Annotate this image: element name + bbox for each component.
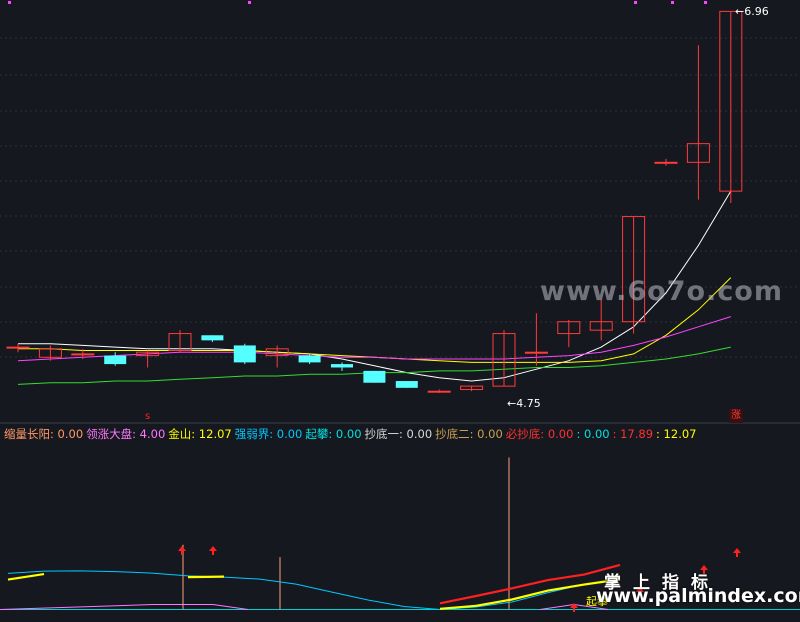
candles (6, 10, 743, 393)
candle-body (331, 364, 353, 368)
legend-item: 起攀: 0.00 (305, 427, 362, 441)
indicator-line (187, 575, 225, 579)
legend-item: : 17.89 (612, 427, 654, 441)
up-arrow (178, 546, 186, 555)
legend-item: 金山: 12.07 (168, 427, 232, 441)
ma-line (17, 316, 731, 362)
legend-item: 缩量长阳: 0.00 (4, 427, 84, 441)
top-dot (671, 1, 674, 4)
candle-body (201, 335, 224, 341)
legend-item: 强弱界: 0.00 (234, 427, 303, 441)
indicator-line (7, 573, 45, 581)
candle-body (524, 351, 548, 354)
legend-item: : 0.00 (576, 427, 610, 441)
indicator-hump (0, 604, 249, 610)
max-price-label: ←6.96 (735, 5, 769, 18)
up-arrow (570, 603, 578, 612)
candle-body (395, 381, 418, 388)
up-arrow (209, 546, 217, 555)
candle-body (6, 346, 30, 349)
indicator-legend: 缩量长阳: 0.00 领涨大盘: 4.00 金山: 12.07 强弱界: 0.00 起攀… (4, 426, 699, 442)
signal-marker: s (145, 411, 151, 422)
legend-item: 抄底一: 0.00 (364, 427, 433, 441)
top-dot (634, 1, 637, 4)
candle-body (654, 161, 678, 164)
candle-body (427, 390, 451, 393)
watermark-top: www.6o7o.com (540, 276, 783, 307)
top-dot (704, 1, 707, 4)
candle-body (104, 355, 127, 365)
watermark-bottom-url: www.palmindex.com (596, 585, 800, 607)
candle-body (363, 370, 386, 383)
candle-body (71, 353, 95, 356)
legend-item: 必抄底: 0.00 (505, 427, 574, 441)
min-price-label: ←4.75 (507, 397, 541, 410)
candlestick-chart (0, 1, 800, 612)
legend-item: 抄底二: 0.00 (435, 427, 503, 441)
candle-body (233, 345, 256, 363)
candle-body (298, 355, 321, 363)
up-arrow (733, 548, 741, 557)
legend-item: : 12.07 (656, 427, 697, 441)
top-dot (8, 1, 11, 4)
legend-item: 领涨大盘: 4.00 (86, 427, 166, 441)
top-dot (248, 1, 251, 4)
indicator-line (7, 570, 621, 611)
chart-stage: www.6o7o.com ←4.75 ←6.96 s 涨 缩量长阳: 0.00 领… (0, 0, 800, 622)
zhang-badge: 涨 (729, 409, 743, 423)
